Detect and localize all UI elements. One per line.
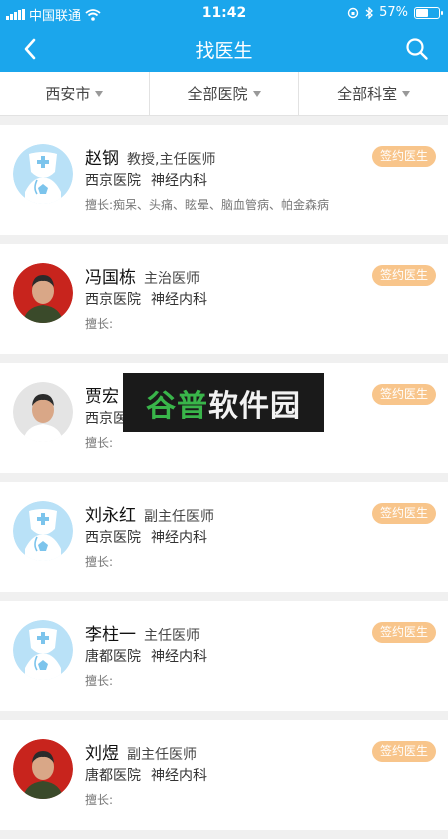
battery-percent: 57%: [379, 5, 408, 20]
doctor-card[interactable]: 赵钢 教授,主任医师 西京医院 神经内科 擅长:痴呆、头痛、眩晕、脑血管病、帕金森病 签约…: [0, 125, 448, 235]
sign-doctor-button[interactable]: 签约医生: [372, 741, 436, 762]
doctor-avatar: [13, 501, 73, 561]
doctor-name: 冯国栋: [85, 268, 136, 288]
doctor-avatar: [13, 620, 73, 680]
caret-down-icon: [402, 90, 411, 97]
doctor-title: 教授,主任医师: [127, 152, 216, 168]
doctor-department: 神经内科: [151, 292, 207, 308]
doctor-name: 赵钢: [85, 149, 119, 169]
filter-department-label: 全部科室: [337, 85, 398, 103]
caret-down-icon: [95, 90, 104, 97]
doctor-name-line: 刘煜 副主任医师: [85, 739, 197, 764]
filter-hospital-label: 全部医院: [187, 85, 248, 103]
doctor-hospital: 西京医院: [85, 292, 141, 308]
doctor-hospital-line: 西京医院 神经内科: [85, 170, 207, 190]
filter-city-label: 西安市: [45, 85, 91, 103]
search-icon[interactable]: [404, 36, 430, 62]
doctor-name: 刘煜: [85, 744, 119, 764]
doctor-hospital-line: 唐都医院 神经内科: [85, 646, 207, 666]
watermark-white-text: 软件园: [208, 388, 301, 424]
doctor-title: 副主任医师: [144, 509, 214, 525]
doctor-hospital: 西京医: [85, 411, 127, 427]
doctor-specialty: 擅长:痴呆、头痛、眩晕、脑血管病、帕金森病: [85, 198, 330, 212]
doctor-hospital-line: 西京医院 神经内科: [85, 289, 207, 309]
sign-doctor-button[interactable]: 签约医生: [372, 622, 436, 643]
doctor-specialty: 擅长:: [85, 674, 114, 688]
doctor-avatar: [13, 739, 73, 799]
battery-icon: [414, 6, 443, 19]
bluetooth-icon: [365, 6, 374, 19]
watermark-logo: 谷普 软件园: [123, 373, 324, 432]
doctor-specialty: 擅长:: [85, 793, 114, 807]
doctor-name-line: 贾宏: [85, 382, 127, 407]
doctor-avatar: [13, 382, 73, 442]
battery-level: [416, 8, 428, 17]
doctor-title: 副主任医师: [127, 747, 197, 763]
doctor-card[interactable]: 刘永红 副主任医师 西京医院 神经内科 擅长: 签约医生: [0, 482, 448, 592]
sign-doctor-button[interactable]: 签约医生: [372, 265, 436, 286]
doctor-list: 赵钢 教授,主任医师 西京医院 神经内科 擅长:痴呆、头痛、眩晕、脑血管病、帕金森病 签约…: [0, 125, 448, 839]
sign-doctor-button[interactable]: 签约医生: [372, 146, 436, 167]
doctor-name: 李柱一: [85, 625, 136, 645]
doctor-hospital: 西京医院: [85, 173, 141, 189]
doctor-hospital: 西京医院: [85, 530, 141, 546]
filter-hospital[interactable]: 全部医院: [150, 72, 300, 115]
rotation-lock-icon: [347, 7, 359, 18]
doctor-department: 神经内科: [151, 768, 207, 784]
filter-department[interactable]: 全部科室: [299, 72, 448, 115]
nav-bar: 找医生: [0, 26, 448, 72]
doctor-name: 贾宏: [85, 387, 119, 407]
doctor-hospital-line: 西京医院 神经内科: [85, 527, 207, 547]
doctor-hospital-line: 唐都医院 神经内科: [85, 765, 207, 785]
doctor-title: 主治医师: [144, 271, 200, 287]
doctor-department: 神经内科: [151, 649, 207, 665]
doctor-card[interactable]: 李柱一 主任医师 唐都医院 神经内科 擅长: 签约医生: [0, 601, 448, 711]
doctor-name-line: 刘永红 副主任医师: [85, 501, 214, 526]
doctor-specialty: 擅长:: [85, 555, 114, 569]
doctor-name-line: 冯国栋 主治医师: [85, 263, 200, 288]
doctor-department: 神经内科: [151, 530, 207, 546]
doctor-department: 神经内科: [151, 173, 207, 189]
doctor-name-line: 李柱一 主任医师: [85, 620, 200, 645]
doctor-hospital: 唐都医院: [85, 649, 141, 665]
page-title: 找医生: [195, 40, 253, 62]
doctor-avatar: [13, 144, 73, 204]
sign-doctor-button[interactable]: 签约医生: [372, 384, 436, 405]
status-bar: 中国联通 11:42 57%: [0, 0, 448, 26]
doctor-card[interactable]: 冯国栋 主治医师 西京医院 神经内科 擅长: 签约医生: [0, 244, 448, 354]
sign-doctor-button[interactable]: 签约医生: [372, 503, 436, 524]
doctor-name: 刘永红: [85, 506, 136, 526]
watermark-green-text: 谷普: [146, 388, 208, 424]
status-right-group: 57%: [347, 5, 443, 20]
doctor-card[interactable]: 刘煜 副主任医师 唐都医院 神经内科 擅长: 签约医生: [0, 720, 448, 830]
doctor-hospital: 唐都医院: [85, 768, 141, 784]
filter-bar: 西安市 全部医院 全部科室: [0, 72, 448, 116]
doctor-name-line: 赵钢 教授,主任医师: [85, 144, 215, 169]
caret-down-icon: [252, 90, 261, 97]
doctor-avatar: [13, 263, 73, 323]
filter-city[interactable]: 西安市: [0, 72, 150, 115]
doctor-title: 主任医师: [144, 628, 200, 644]
doctor-specialty: 擅长:: [85, 436, 114, 450]
doctor-specialty: 擅长:: [85, 317, 114, 331]
